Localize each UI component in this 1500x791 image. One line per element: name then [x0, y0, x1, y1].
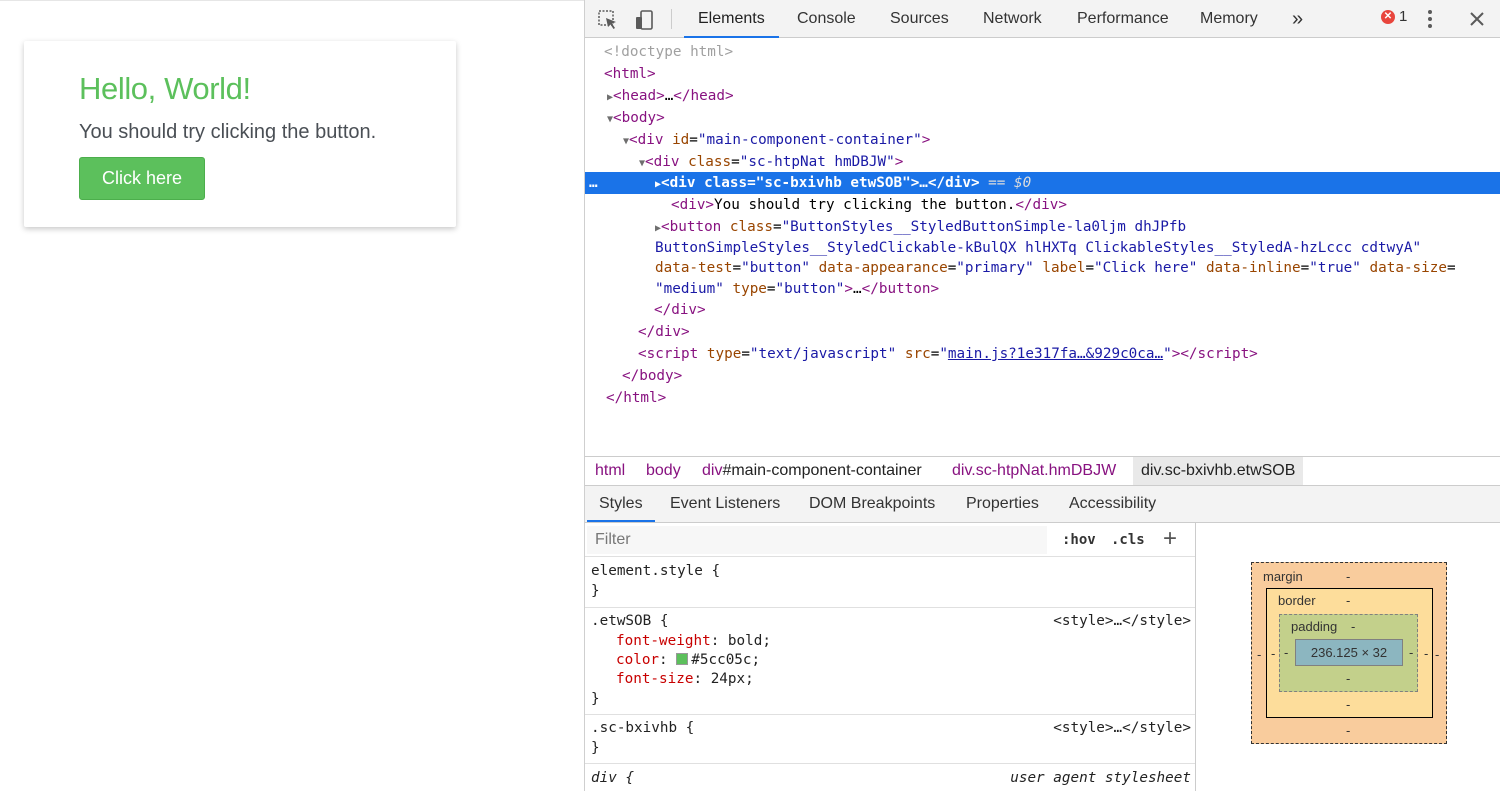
tab-styles[interactable]: Styles [587, 486, 655, 522]
dom-line-html[interactable]: <html> [604, 63, 656, 85]
error-count[interactable]: 1 [1399, 8, 1407, 25]
user-agent-stylesheet-label: user agent stylesheet [1010, 770, 1191, 786]
dom-line-main-container[interactable]: ▼<div id="main-component-container"> [623, 129, 930, 151]
error-icon[interactable]: ✕ [1381, 10, 1395, 24]
box-model-padding[interactable]: padding - - - - 236.125 × 32 [1279, 614, 1418, 692]
new-style-rule-icon[interactable]: + [1163, 525, 1177, 553]
dom-line-button-cont-3: "medium" type="button">…</button> [655, 281, 940, 297]
tab-console[interactable]: Console [795, 0, 858, 38]
breadcrumb: html body div#main-component-container d… [585, 456, 1500, 486]
hov-toggle[interactable]: :hov [1062, 523, 1096, 557]
dom-line-button[interactable]: ▶<button class="ButtonStyles__StyledButt… [655, 216, 1186, 238]
cls-toggle[interactable]: .cls [1111, 523, 1145, 557]
style-rule-etwsob[interactable]: .etwSOB { <style>…</style> font-weight: … [585, 608, 1195, 715]
kebab-menu-icon[interactable] [1428, 9, 1432, 31]
styles-pane: :hov .cls + element.style { } .etwSOB { … [585, 523, 1196, 791]
tab-sources[interactable]: Sources [888, 0, 951, 38]
dom-line-doctype[interactable]: <!doctype html> [604, 41, 733, 63]
dom-line-script[interactable]: <script type="text/javascript" src="main… [638, 343, 1258, 365]
device-toolbar-icon[interactable] [633, 9, 655, 31]
tab-network[interactable]: Network [981, 0, 1044, 38]
color-swatch-icon[interactable] [676, 653, 689, 665]
tab-properties[interactable]: Properties [966, 486, 1039, 522]
breadcrumb-body[interactable]: body [638, 457, 689, 485]
devtools-toolbar: Elements Console Sources Network Perform… [585, 0, 1500, 38]
style-rule-sc-bxivhb[interactable]: .sc-bxivhb { <style>…</style> } [585, 715, 1195, 764]
breadcrumb-main-container[interactable]: div#main-component-container [694, 457, 930, 485]
style-rule-element[interactable]: element.style { } [585, 558, 1195, 608]
dom-line-close-div-2[interactable]: </div> [638, 321, 690, 343]
screen: Hello, World! You should try clicking th… [0, 0, 1500, 791]
breadcrumb-html[interactable]: html [587, 457, 633, 485]
dom-line-htpnat-div[interactable]: ▼<div class="sc-htpNat hmDBJW"> [639, 151, 903, 173]
style-rule-div-user-agent[interactable]: div { user agent stylesheet [585, 764, 1195, 791]
tab-accessibility[interactable]: Accessibility [1069, 486, 1156, 522]
close-icon[interactable] [1469, 11, 1485, 27]
tab-event-listeners[interactable]: Event Listeners [670, 486, 780, 522]
more-tabs-chevron-icon[interactable]: » [1290, 0, 1305, 38]
main-card: Hello, World! You should try clicking th… [24, 41, 456, 227]
box-model-border[interactable]: border - - - - padding - - - - 236.125 ×… [1266, 588, 1433, 718]
subtitle-text: You should try clicking the button. [79, 121, 377, 143]
style-prop-font-weight[interactable]: font-weight: bold; [616, 631, 771, 651]
tab-performance[interactable]: Performance [1075, 0, 1171, 38]
tab-dom-breakpoints[interactable]: DOM Breakpoints [809, 486, 935, 522]
breadcrumb-htpnat[interactable]: div.sc-htpNat.hmDBJW [944, 457, 1124, 485]
styles-filter-input[interactable] [587, 526, 1047, 554]
click-here-button[interactable]: Click here [79, 157, 205, 200]
style-source-link[interactable]: <style>…</style> [1053, 611, 1191, 631]
dom-line-close-html[interactable]: </html> [606, 387, 666, 409]
ellipsis-icon[interactable]: … [589, 172, 598, 194]
box-model-diagram: margin - - - - border - - - - padding - … [1197, 523, 1500, 791]
styles-filter-bar: :hov .cls + [585, 523, 1195, 557]
toolbar-separator [671, 9, 672, 29]
breadcrumb-selected[interactable]: div.sc-bxivhb.etwSOB [1133, 457, 1304, 485]
dom-line-head[interactable]: ▶<head>…</head> [607, 85, 734, 107]
style-prop-color[interactable]: color: #5cc05c; [616, 650, 760, 670]
dom-line-close-div-1[interactable]: </div> [654, 299, 706, 321]
box-model-margin[interactable]: margin - - - - border - - - - padding - … [1251, 562, 1447, 744]
inspect-element-icon[interactable] [597, 9, 619, 31]
style-prop-font-size[interactable]: font-size: 24px; [616, 669, 754, 689]
sidebar-tabs: Styles Event Listeners DOM Breakpoints P… [585, 486, 1500, 523]
box-model-content[interactable]: 236.125 × 32 [1295, 639, 1403, 666]
dom-tree: <!doctype html> <html> ▶<head>…</head> ▼… [585, 38, 1500, 456]
devtools-panel: Elements Console Sources Network Perform… [584, 0, 1500, 791]
style-source-link[interactable]: <style>…</style> [1053, 718, 1191, 738]
dom-line-text-div[interactable]: <div>You should try clicking the button.… [671, 194, 1067, 216]
page-viewport: Hello, World! You should try clicking th… [0, 0, 584, 791]
dom-line-body[interactable]: ▼<body> [607, 107, 665, 129]
dom-line-button-cont-2: data-test="button" data-appearance="prim… [655, 260, 1456, 276]
dom-line-close-body[interactable]: </body> [622, 365, 682, 387]
tab-memory[interactable]: Memory [1198, 0, 1260, 38]
hello-heading: Hello, World! [79, 71, 251, 106]
dom-line-selected[interactable]: … ▶<div class="sc-bxivhb etwSOB">…</div>… [585, 172, 1500, 194]
tab-elements[interactable]: Elements [684, 0, 779, 38]
script-src-link[interactable]: main.js?1e317fa…&929c0ca… [948, 346, 1163, 362]
dom-line-button-cont-1: ButtonSimpleStyles__StyledClickable-kBul… [655, 240, 1422, 256]
